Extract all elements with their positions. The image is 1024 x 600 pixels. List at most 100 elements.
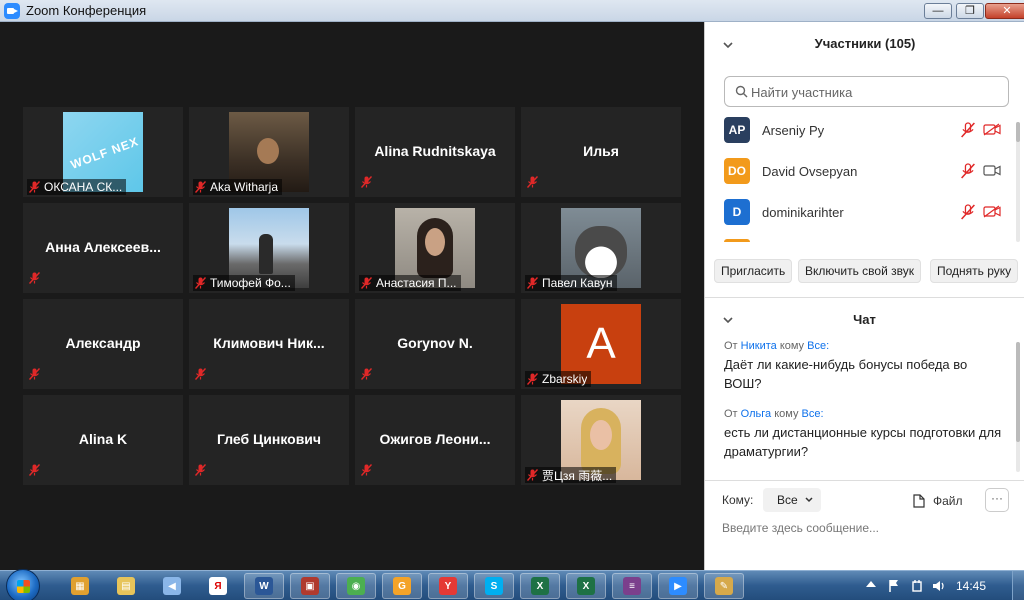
volume-icon[interactable] [932, 579, 946, 593]
file-button-label: Файл [933, 494, 963, 508]
zoom-app-taskbar-button[interactable]: ▶ [658, 573, 698, 599]
video-tile[interactable]: Aka Witharja [189, 107, 349, 197]
muted-mic-icon [195, 277, 206, 289]
title-bar: Zoom Конференция — ❐ ✕ [0, 0, 1024, 22]
excel-app-taskbar-button[interactable]: X [520, 573, 560, 599]
video-tile[interactable]: Анна Алексеев... [23, 203, 183, 293]
zoom-logo-icon [4, 3, 20, 19]
muted-mic-icon [361, 176, 372, 188]
chat-message-meta: От Ольга кому Все: [724, 408, 1004, 420]
participants-scrollbar[interactable] [1016, 122, 1020, 242]
tile-name-label: Анастасия П... [359, 275, 461, 291]
participant-name: Arseniy Py [762, 123, 825, 138]
muted-mic-icon [361, 368, 372, 380]
tile-name-label: ОКСАНА СК... [27, 179, 127, 195]
muted-mic-icon [29, 368, 40, 380]
chat-message: От Ольга кому Все: есть ли дистанционные… [724, 408, 1004, 461]
chat-meta-prefix: От [724, 408, 738, 420]
more-options-button[interactable]: ··· [985, 488, 1009, 512]
participant-row[interactable]: DO David Ovsepyan [705, 156, 1015, 196]
tile-participant-name: Aka Witharja [210, 180, 279, 194]
video-tile[interactable]: Климович Ник... [189, 299, 349, 389]
chat-sender-link[interactable]: Никита [741, 340, 777, 352]
video-off-icon[interactable] [983, 205, 1001, 218]
invite-button[interactable]: Пригласить [714, 259, 793, 283]
chat-recipient: Все: [807, 340, 830, 352]
video-tile[interactable]: Ожигов Леони... [355, 395, 515, 485]
video-tile[interactable]: 贾Цзя 雨薇... [521, 395, 681, 485]
minimize-button[interactable]: — [924, 3, 952, 19]
paint-app-icon: ✎ [715, 577, 733, 595]
yandex-browser-app-taskbar-button[interactable]: Y [428, 573, 468, 599]
participant-search[interactable] [724, 76, 1009, 107]
show-desktop-button[interactable] [1012, 571, 1024, 600]
video-tile[interactable]: Анастасия П... [355, 203, 515, 293]
flag-icon[interactable] [888, 579, 900, 593]
skype-app-taskbar-button[interactable]: S [474, 573, 514, 599]
file-button[interactable]: Файл [913, 491, 963, 511]
tile-participant-name: Павел Кавун [542, 276, 613, 290]
video-tile[interactable]: Александр [23, 299, 183, 389]
winrar-app-taskbar-button[interactable]: ≡ [612, 573, 652, 599]
participant-row[interactable]: AP Arseniy Py [705, 115, 1015, 155]
tray-expand-icon[interactable] [866, 581, 876, 587]
tile-name-label: Zbarskiy [525, 371, 592, 387]
word-app-taskbar-button[interactable]: W [244, 573, 284, 599]
muted-mic-icon[interactable] [961, 204, 975, 220]
video-tile[interactable]: A Zbarskiy [521, 299, 681, 389]
participant-search-input[interactable] [751, 83, 1001, 101]
save-app-taskbar-button[interactable]: ▣ [290, 573, 330, 599]
participant-name: David Ovsepyan [762, 164, 858, 179]
tile-participant-name: Анна Алексеев... [45, 239, 161, 255]
chat-message-input[interactable] [722, 518, 1002, 538]
participants-list: AP Arseniy Py DO David Ovsepyan Ddominikarih… [705, 114, 1024, 242]
folder-app-taskbar-button[interactable]: ▤ [106, 573, 146, 599]
video-tile[interactable]: Тимофей Фо... [189, 203, 349, 293]
tile-participant-name: Глеб Цинкович [216, 431, 322, 447]
chat-recipient-select[interactable]: Все [763, 488, 821, 512]
chat-message-text: Даёт ли какие-нибудь бонусы победа во ВО… [724, 357, 968, 391]
unmute-button[interactable]: Включить свой звук [798, 259, 921, 283]
video-icon[interactable] [983, 164, 1001, 177]
participant-row[interactable]: Ddominikarihter [705, 197, 1015, 237]
muted-mic-icon [195, 464, 206, 476]
tile-name-label: Павел Кавун [525, 275, 617, 291]
raise-hand-button[interactable]: Поднять руку [930, 259, 1019, 283]
media-app-icon: ◀ [163, 577, 181, 595]
paint-app-taskbar-button[interactable]: ✎ [704, 573, 744, 599]
chat-scrollbar[interactable] [1016, 342, 1020, 472]
video-tile[interactable]: Илья [521, 107, 681, 197]
avatar-letter: A [586, 319, 616, 368]
panel-divider [705, 297, 1024, 298]
muted-mic-icon [29, 181, 40, 193]
video-tile[interactable]: Alina K [23, 395, 183, 485]
gslides-app-taskbar-button[interactable]: G [382, 573, 422, 599]
muted-mic-icon[interactable] [961, 163, 975, 179]
video-tile[interactable]: Глеб Цинкович [189, 395, 349, 485]
taskbar: ▦ ▤ ◀ Я W ▣ ◉ G Y S X X ≡ ▶ ✎ 14:45 [0, 569, 1024, 600]
muted-mic-icon[interactable] [961, 122, 975, 138]
yandex-app-taskbar-button[interactable]: Я [198, 573, 238, 599]
tile-name-label: Aka Witharja [193, 179, 283, 195]
window-title: Zoom Конференция [26, 3, 147, 18]
maximize-button[interactable]: ❐ [956, 3, 984, 19]
chat-divider [705, 480, 1024, 481]
video-tile[interactable]: WOLF NEX ОКСАНА СК... [23, 107, 183, 197]
media-app-taskbar-button[interactable]: ◀ [152, 573, 192, 599]
chat-sender-link[interactable]: Ольга [741, 408, 771, 420]
clock[interactable]: 14:45 [956, 579, 986, 593]
excel2-app-taskbar-button[interactable]: X [566, 573, 606, 599]
avatar: D [724, 199, 750, 225]
chrome-app-taskbar-button[interactable]: ◉ [336, 573, 376, 599]
video-off-icon[interactable] [983, 123, 1001, 136]
start-button[interactable] [6, 569, 40, 600]
explorer-app-taskbar-button[interactable]: ▦ [60, 573, 100, 599]
chat-meta-to-word: кому [779, 340, 805, 352]
close-button[interactable]: ✕ [985, 3, 1024, 19]
tile-participant-name: Илья [583, 143, 619, 159]
video-tile[interactable]: Gorynov N. [355, 299, 515, 389]
power-icon[interactable] [910, 579, 924, 593]
video-tile[interactable]: Alina Rudnitskaya [355, 107, 515, 197]
muted-mic-icon [29, 272, 40, 284]
video-tile[interactable]: Павел Кавун [521, 203, 681, 293]
